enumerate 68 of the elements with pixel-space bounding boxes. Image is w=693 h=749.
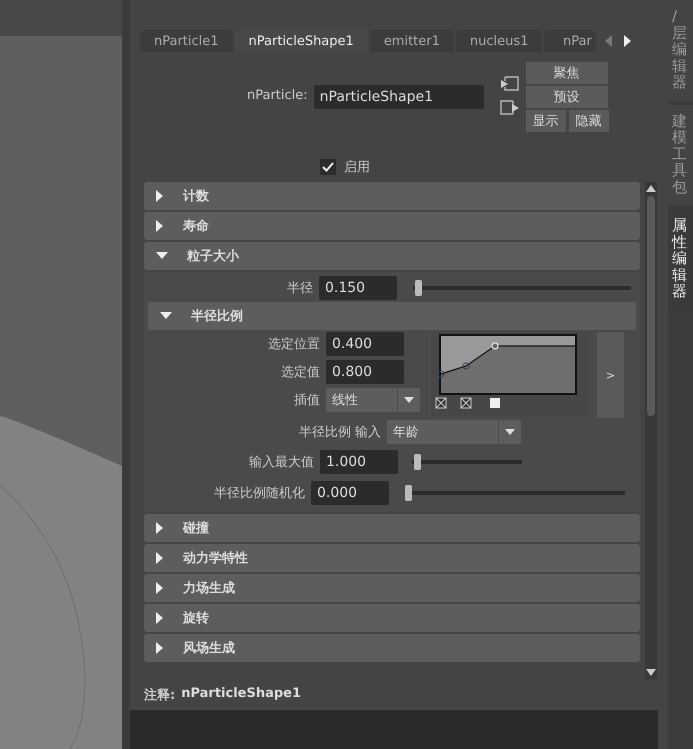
slider-thumb[interactable] (405, 484, 412, 500)
side-tab[interactable]: /层编辑器 (668, 0, 693, 100)
section-header[interactable]: 计数 (144, 182, 640, 210)
section-header[interactable]: 力场生成 (144, 574, 640, 602)
number-field[interactable]: 0.400 (326, 332, 404, 356)
collapsed-triangle-icon (156, 642, 164, 654)
number-field[interactable]: 1.000 (320, 450, 398, 474)
notes-label: 注释: (144, 686, 176, 704)
node-tab[interactable]: nPar (544, 30, 596, 52)
expanded-triangle-icon (156, 252, 168, 260)
scroll-down-icon[interactable] (646, 669, 656, 676)
panel-button[interactable]: 聚焦 (526, 62, 608, 84)
notes-node-name: nParticleShape1 (181, 686, 302, 703)
number-field[interactable]: 0.800 (326, 360, 404, 384)
field-label: 半径 (287, 280, 313, 297)
node-tab[interactable]: nParticle1 (140, 30, 233, 52)
side-tab[interactable]: 建模工具包 (668, 104, 693, 205)
slider-thumb[interactable] (415, 280, 422, 296)
collapsed-triangle-icon (156, 552, 164, 564)
collapsed-triangle-icon (156, 582, 164, 594)
panel-button[interactable]: 预设 (526, 86, 608, 108)
slider-thumb[interactable] (414, 454, 422, 470)
section-header[interactable]: 寿命 (144, 212, 640, 240)
section-header[interactable]: 动力学特性 (144, 544, 640, 572)
section-header[interactable]: 碰撞 (144, 514, 640, 542)
section-header[interactable]: 旋转 (144, 604, 640, 632)
scrollbar[interactable] (645, 182, 657, 679)
subsection-header[interactable]: 半径比例 (148, 302, 636, 330)
enable-checkbox[interactable] (320, 159, 336, 175)
delete-point-icon[interactable] (436, 398, 446, 408)
node-tab[interactable]: nParticleShape1 (234, 30, 368, 52)
number-field[interactable]: 0.000 (311, 480, 389, 504)
section-header[interactable]: 风场生成 (144, 634, 640, 662)
collapsed-triangle-icon (156, 220, 164, 232)
expand-ramp-button[interactable]: > (597, 332, 624, 418)
field-label: 选定值 (281, 364, 320, 381)
dropdown-arrow-icon (404, 397, 414, 403)
expanded-triangle-icon (160, 312, 172, 320)
node-tab[interactable]: emitter1 (370, 30, 454, 52)
notes-field[interactable] (130, 710, 658, 749)
field-label: 输入最大值 (249, 454, 314, 470)
field-label: 半径比例 输入 (299, 424, 382, 441)
save-out-icon[interactable] (500, 100, 520, 116)
node-label: nParticle: (247, 88, 308, 103)
ramp-point[interactable] (462, 362, 470, 370)
collapsed-triangle-icon (156, 522, 164, 534)
section-header[interactable]: 粒子大小 (144, 242, 640, 270)
collapsed-triangle-icon (156, 612, 164, 624)
scroll-up-icon[interactable] (646, 185, 656, 192)
check-icon (322, 162, 334, 172)
panel-button[interactable]: 隐藏 (568, 110, 609, 132)
node-name-field[interactable]: nParticleShape1 (314, 85, 484, 109)
field-label: 半径比例随机化 (214, 484, 305, 502)
field-label: 选定位置 (268, 336, 320, 353)
delete-point-icon[interactable] (460, 398, 472, 408)
input-dropdown[interactable]: 年龄 (387, 420, 522, 444)
interpolation-dropdown[interactable]: 线性 (326, 388, 420, 412)
field-label: 插值 (294, 392, 320, 409)
dropdown-arrow-icon (505, 429, 516, 435)
node-tab[interactable]: nucleus1 (456, 30, 542, 52)
ramp-point[interactable] (438, 370, 444, 378)
number-field[interactable]: 0.150 (319, 276, 397, 300)
scroll-right-icon[interactable] (622, 35, 632, 47)
panel-button[interactable]: 显示 (526, 110, 566, 132)
point-handle-icon[interactable] (490, 398, 500, 408)
checkbox-label: 启用 (344, 159, 370, 176)
load-icon[interactable] (500, 76, 520, 92)
collapsed-triangle-icon (156, 190, 164, 202)
